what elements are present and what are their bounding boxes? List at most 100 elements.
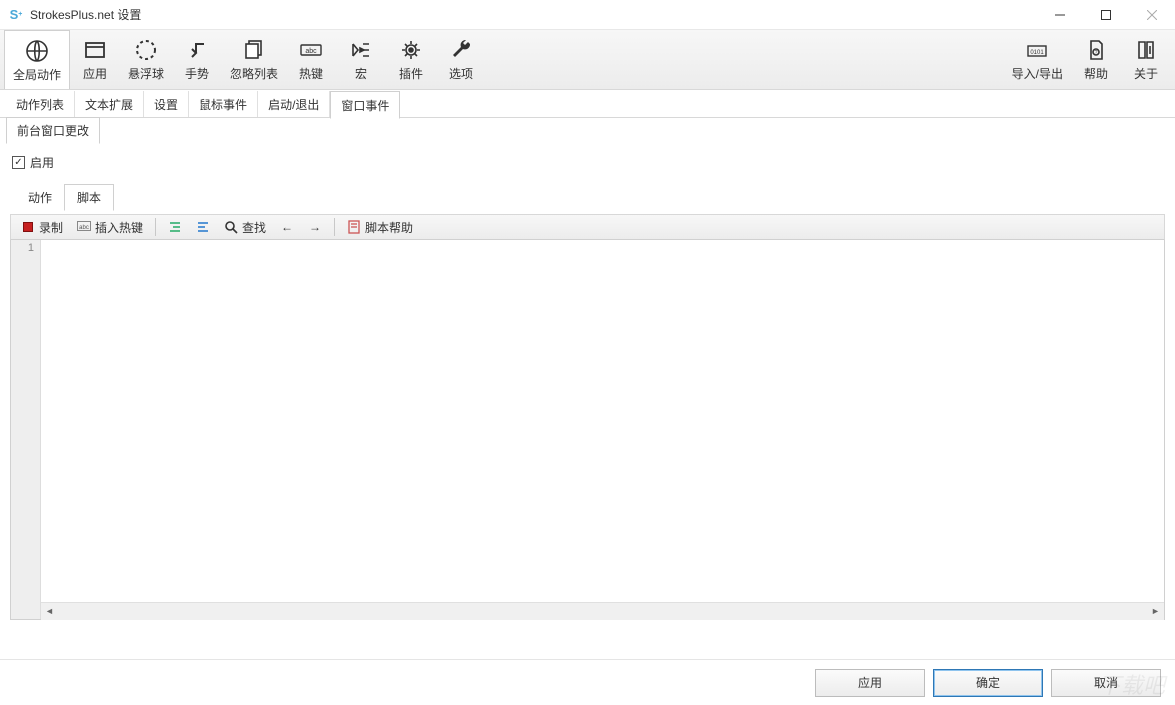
tool-help[interactable]: ? 帮助	[1071, 30, 1121, 89]
tool-ignore[interactable]: 忽略列表	[222, 30, 286, 89]
code-editor[interactable]: 1 ◄ ►	[10, 240, 1165, 620]
search-icon	[224, 220, 238, 234]
tab-startexit[interactable]: 启动/退出	[258, 91, 330, 117]
innertab-script[interactable]: 脚本	[64, 184, 114, 211]
line-gutter: 1	[11, 240, 41, 619]
primary-tabs: 动作列表 文本扩展 设置 鼠标事件 启动/退出 窗口事件	[0, 90, 1175, 118]
tab-mouseevents-label: 鼠标事件	[199, 98, 247, 112]
innertab-script-label: 脚本	[77, 191, 101, 205]
maximize-button[interactable]	[1083, 0, 1129, 30]
subtab-fgwindow-label: 前台窗口更改	[17, 124, 89, 138]
tab-windowevents[interactable]: 窗口事件	[330, 91, 400, 119]
code-area[interactable]	[41, 240, 1164, 619]
prev-button[interactable]: ←	[276, 218, 298, 236]
globe-icon	[24, 38, 50, 64]
tab-startexit-label: 启动/退出	[268, 98, 319, 112]
innertab-action-label: 动作	[28, 191, 52, 205]
dialog-footer: 应用 确定 取消	[0, 659, 1175, 705]
tool-about-label: 关于	[1134, 65, 1158, 82]
editor-toolbar: 录制 abc 插入热键 查找 ← → 脚本帮助	[10, 214, 1165, 240]
doc-help-icon	[347, 220, 361, 234]
tab-settings-label: 设置	[154, 98, 178, 112]
tool-global-label: 全局动作	[13, 66, 61, 83]
event-panel: ✓ 启用 动作 脚本	[0, 144, 1175, 214]
tool-hotkey-label: 热键	[299, 65, 323, 82]
tool-help-label: 帮助	[1084, 65, 1108, 82]
apply-label: 应用	[858, 674, 882, 691]
tab-settings[interactable]: 设置	[144, 91, 189, 117]
inner-tabs: 动作 脚本	[12, 183, 1163, 210]
script-help-button[interactable]: 脚本帮助	[343, 217, 417, 238]
svg-text:0101: 0101	[1031, 50, 1045, 56]
titlebar-left: S+ StrokesPlus.net 设置	[8, 6, 141, 23]
tool-macro[interactable]: 宏	[336, 30, 386, 89]
macro-icon	[348, 37, 374, 63]
cancel-label: 取消	[1094, 674, 1118, 691]
about-book-icon	[1133, 37, 1159, 63]
tool-global[interactable]: 全局动作	[4, 30, 70, 89]
tool-ignore-label: 忽略列表	[230, 65, 278, 82]
minimize-button[interactable]	[1037, 0, 1083, 30]
tool-gesture-label: 手势	[185, 65, 209, 82]
apply-button[interactable]: 应用	[815, 669, 925, 697]
tab-textexpand-label: 文本扩展	[85, 98, 133, 112]
tool-hotkey[interactable]: abc 热键	[286, 30, 336, 89]
tool-apps[interactable]: 应用	[70, 30, 120, 89]
outdent-icon	[196, 220, 210, 234]
tool-plugin-label: 插件	[399, 65, 423, 82]
wrench-icon	[448, 37, 474, 63]
next-button[interactable]: →	[304, 218, 326, 236]
cancel-button[interactable]: 取消	[1051, 669, 1161, 697]
indent-icon	[168, 220, 182, 234]
line-number: 1	[28, 242, 34, 254]
abc-small-icon: abc	[77, 220, 91, 234]
gesture-arrow-icon	[184, 37, 210, 63]
tool-float-label: 悬浮球	[128, 65, 164, 82]
scroll-left-arrow-icon[interactable]: ◄	[41, 603, 58, 620]
tool-float[interactable]: 悬浮球	[120, 30, 172, 89]
stack-icon	[241, 37, 267, 63]
record-button[interactable]: 录制	[17, 217, 67, 238]
close-button[interactable]	[1129, 0, 1175, 30]
tool-importexport-label: 导入/导出	[1012, 65, 1063, 82]
enable-label: 启用	[30, 154, 54, 171]
abc-key-icon: abc	[298, 37, 324, 63]
outdent-button[interactable]	[192, 218, 214, 236]
subtab-fgwindow[interactable]: 前台窗口更改	[6, 117, 100, 144]
svg-text:?: ?	[1095, 50, 1098, 56]
tab-mouseevents[interactable]: 鼠标事件	[189, 91, 258, 117]
record-icon	[21, 220, 35, 234]
arrow-right-icon: →	[308, 220, 322, 234]
innertab-action[interactable]: 动作	[16, 185, 64, 210]
horizontal-scrollbar[interactable]: ◄ ►	[41, 602, 1164, 619]
find-button[interactable]: 查找	[220, 217, 270, 238]
help-doc-icon: ?	[1083, 37, 1109, 63]
toolbar-separator	[155, 218, 156, 236]
dotted-circle-icon	[133, 37, 159, 63]
find-label: 查找	[242, 219, 266, 236]
insert-hotkey-button[interactable]: abc 插入热键	[73, 217, 147, 238]
plugin-gear-icon	[398, 37, 424, 63]
window-titlebar: S+ StrokesPlus.net 设置	[0, 0, 1175, 30]
tool-importexport[interactable]: 0101 导入/导出	[1004, 30, 1071, 89]
tab-actionlist-label: 动作列表	[16, 98, 64, 112]
scroll-track[interactable]	[58, 603, 1147, 620]
tool-plugin[interactable]: 插件	[386, 30, 436, 89]
window-controls	[1037, 0, 1175, 30]
tool-gesture[interactable]: 手势	[172, 30, 222, 89]
tool-macro-label: 宏	[355, 65, 367, 82]
sub-tabs: 前台窗口更改	[0, 118, 1175, 144]
import-export-icon: 0101	[1024, 37, 1050, 63]
scroll-right-arrow-icon[interactable]: ►	[1147, 603, 1164, 620]
enable-checkbox-row[interactable]: ✓ 启用	[12, 150, 1163, 179]
svg-text:abc: abc	[79, 225, 89, 231]
script-help-label: 脚本帮助	[365, 219, 413, 236]
tab-actionlist[interactable]: 动作列表	[6, 91, 75, 117]
tool-options[interactable]: 选项	[436, 30, 486, 89]
tool-about[interactable]: 关于	[1121, 30, 1171, 89]
app-icon: S+	[8, 7, 24, 23]
tool-apps-label: 应用	[83, 65, 107, 82]
indent-button[interactable]	[164, 218, 186, 236]
ok-button[interactable]: 确定	[933, 669, 1043, 697]
tab-textexpand[interactable]: 文本扩展	[75, 91, 144, 117]
